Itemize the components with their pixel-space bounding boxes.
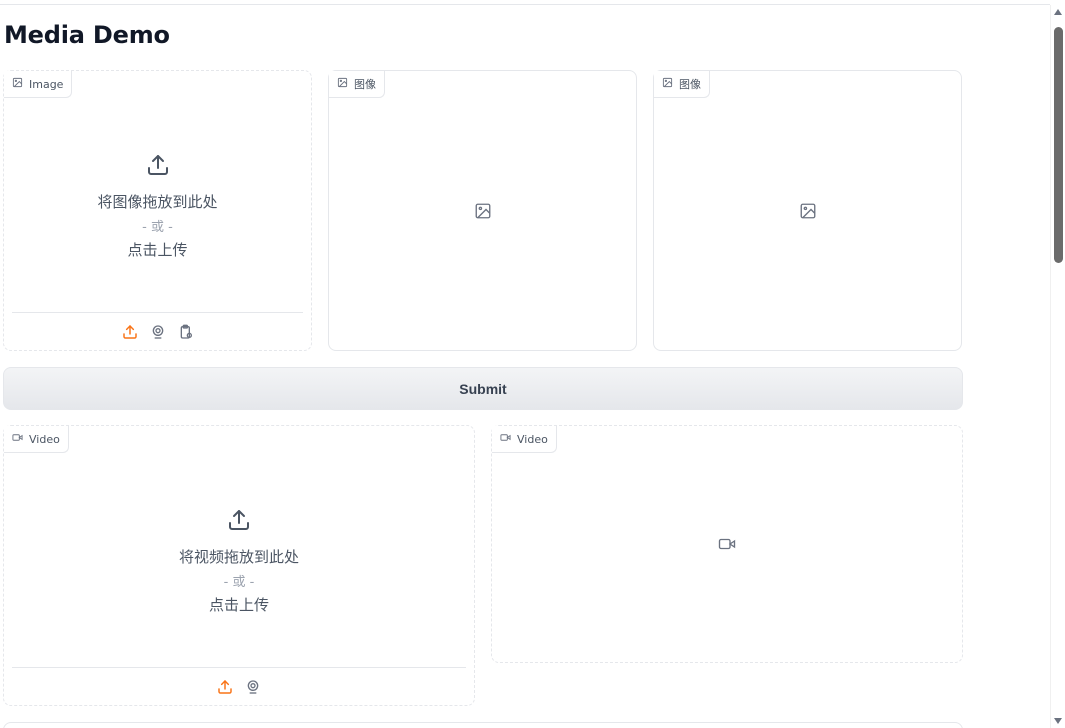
image-output-label: 图像 xyxy=(679,78,701,91)
video-input-label: Video xyxy=(29,432,60,446)
image-input-label-tag: Image xyxy=(4,71,73,98)
video-icon xyxy=(12,432,23,446)
image-icon xyxy=(798,201,818,221)
image-icon xyxy=(12,77,23,91)
image-source-toolbar xyxy=(12,312,303,350)
video-icon xyxy=(717,534,737,554)
webcam-icon[interactable] xyxy=(149,323,167,341)
image-output-panel-2: 图像 xyxy=(653,70,962,351)
upload-icon[interactable] xyxy=(121,323,139,341)
video-source-toolbar xyxy=(12,667,466,705)
image-output-label-tag: 图像 xyxy=(654,71,710,98)
video-icon xyxy=(500,432,511,446)
image-output-label-tag: 图像 xyxy=(329,71,385,98)
submit-button[interactable]: Submit xyxy=(3,367,963,410)
video-output-label-tag: Video xyxy=(492,426,557,453)
video-input-label-tag: Video xyxy=(4,426,69,453)
scroll-up-arrow-icon[interactable] xyxy=(1054,9,1062,15)
video-output-label: Video xyxy=(517,432,548,446)
webcam-icon[interactable] xyxy=(244,678,262,696)
next-section-edge xyxy=(3,722,963,728)
image-drop-text: 将图像拖放到此处 xyxy=(97,192,218,211)
image-icon xyxy=(337,77,348,91)
image-icon xyxy=(662,77,673,91)
image-or-text: - 或 - xyxy=(142,219,173,235)
video-drop-text: 将视频拖放到此处 xyxy=(178,547,299,566)
clipboard-icon[interactable] xyxy=(177,323,195,341)
upload-icon[interactable] xyxy=(216,678,234,696)
top-divider xyxy=(0,0,1050,5)
image-click-text: 点击上传 xyxy=(127,240,188,259)
video-dropzone[interactable]: 将视频拖放到此处 - 或 - 点击上传 xyxy=(4,456,474,666)
vertical-scrollbar[interactable] xyxy=(1050,5,1065,728)
image-icon xyxy=(473,201,493,221)
image-output-panel-1: 图像 xyxy=(328,70,637,351)
image-input-panel[interactable]: Image 将图像拖放到此处 - 或 - 点击上传 xyxy=(3,70,312,351)
scrollbar-thumb[interactable] xyxy=(1054,27,1063,263)
video-or-text: - 或 - xyxy=(223,574,255,590)
video-click-text: 点击上传 xyxy=(208,595,269,614)
scroll-down-arrow-icon[interactable] xyxy=(1054,718,1062,724)
upload-icon xyxy=(146,153,170,181)
image-dropzone[interactable]: 将图像拖放到此处 - 或 - 点击上传 xyxy=(4,101,311,311)
upload-icon xyxy=(227,508,251,536)
video-output-panel: Video xyxy=(491,425,963,663)
image-input-label: Image xyxy=(29,77,64,91)
video-input-panel[interactable]: Video 将视频拖放到此处 - 或 - 点击上传 xyxy=(3,425,475,706)
page-title: Media Demo xyxy=(4,21,170,49)
image-output-label: 图像 xyxy=(354,78,376,91)
